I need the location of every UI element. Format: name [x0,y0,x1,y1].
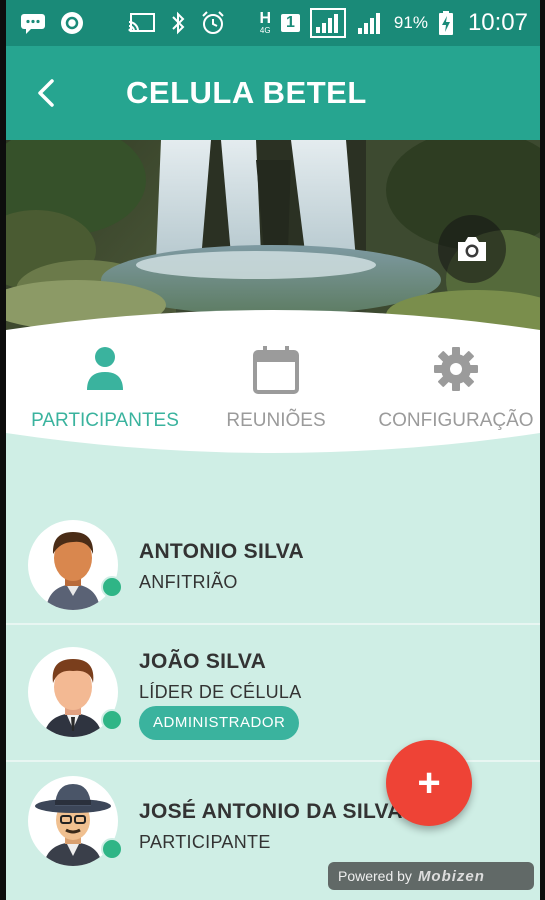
add-participant-button[interactable]: + [386,740,472,826]
clock: 10:07 [467,9,528,36]
participant-name: JOÃO SILVA [139,650,267,673]
cast-icon [128,13,155,32]
alarm-icon [202,11,224,34]
signal-icon-2 [357,13,380,34]
tab-participantes-label: PARTICIPANTES [31,410,179,431]
signal-icon [309,8,346,38]
tab-participantes[interactable]: PARTICIPANTES [20,338,190,448]
tab-reunioes[interactable]: REUNIÕES [206,338,346,448]
battery-charging-icon [438,11,453,35]
tab-bar: PARTICIPANTES REUNIÕES CONFIGURAÇÃO [6,308,540,460]
page-title: CELULA BETEL [126,75,367,110]
online-indicator [101,838,123,860]
battery-percent: 91% [393,13,428,32]
person-icon [87,347,123,390]
recorder-watermark: Powered by Mobizen [328,862,534,890]
list-item[interactable]: ANTONIO SILVA ANFITRIÃO [6,510,540,625]
avatar [28,520,118,610]
message-icon [21,14,45,34]
participant-role: ANFITRIÃO [139,572,238,592]
participant-role: LÍDER DE CÉLULA [139,682,302,702]
participant-name: ANTONIO SILVA [139,540,304,563]
back-arrow-icon [38,79,54,107]
calendar-icon [253,346,299,394]
tab-configuracao-label: CONFIGURAÇÃO [378,410,534,431]
change-cover-button[interactable] [438,215,506,283]
network-type: H 4G [259,10,271,35]
app-bar: CELULA BETEL [6,46,540,140]
phone-screen: H 4G 1 91% 10:07 CELULA BETEL PARTICIPAN… [6,0,540,900]
watermark-text: Powered by [338,868,412,884]
participant-name: JOSÉ ANTONIO DA SILVA [139,800,403,823]
participant-role: PARTICIPANTE [139,832,271,852]
plus-icon: + [417,761,441,805]
gear-icon [434,347,478,391]
online-indicator [101,576,123,598]
back-button[interactable] [6,46,86,140]
online-indicator [101,709,123,731]
camera-icon [458,237,486,261]
status-bar: H 4G 1 91% 10:07 [6,0,540,46]
bluetooth-icon [172,11,185,35]
tab-configuracao[interactable]: CONFIGURAÇÃO [372,338,540,448]
sim-slot-badge: 1 [281,14,300,32]
watermark-brand: Mobizen [417,867,485,885]
list-item[interactable]: JOÃO SILVA LÍDER DE CÉLULA ADMINISTRADOR [6,625,540,762]
admin-badge: ADMINISTRADOR [139,706,300,740]
app-circle-icon [61,12,83,34]
tab-reunioes-label: REUNIÕES [226,410,326,431]
